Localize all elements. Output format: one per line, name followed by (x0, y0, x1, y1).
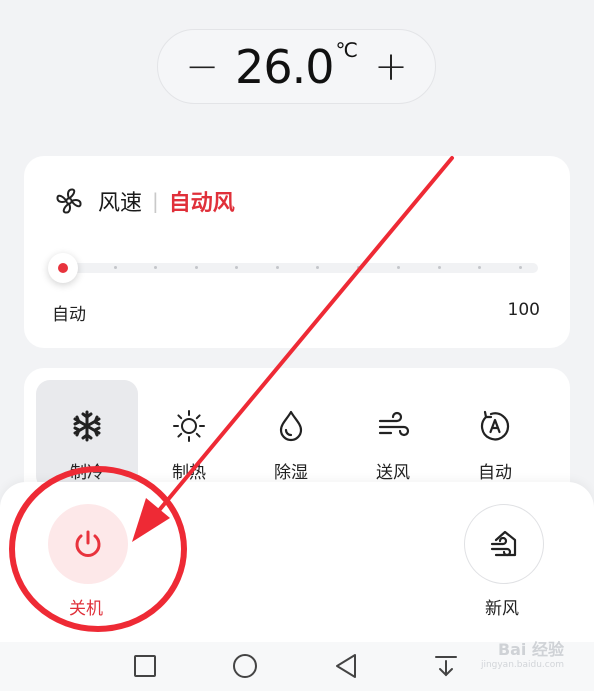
mode-label: 制冷 (70, 463, 104, 483)
fan-speed-title: 风速 (98, 191, 143, 216)
back-button[interactable] (332, 652, 360, 680)
mode-selector: 制冷 制热 除湿 送风 自动 (36, 380, 546, 490)
slider-tick (195, 266, 198, 269)
mode-fan[interactable]: 送风 (342, 380, 444, 490)
slider-tick (357, 266, 360, 269)
temperature-decrease-button[interactable]: − (184, 47, 220, 87)
fan-speed-divider: | (152, 189, 159, 213)
home-button[interactable] (231, 652, 259, 680)
temperature-value: 26.0 (235, 39, 334, 94)
power-button[interactable] (48, 504, 128, 584)
slider-tick (519, 266, 522, 269)
slider-tick (235, 266, 238, 269)
mode-label: 制热 (172, 463, 206, 483)
mode-heating[interactable]: 制热 (138, 380, 240, 490)
fan-speed-header: 风速 | 自动风 (54, 185, 235, 217)
fan-speed-mode: 自动风 (168, 191, 235, 216)
recents-button[interactable] (131, 652, 159, 680)
snowflake-icon (73, 410, 101, 442)
sun-icon (173, 410, 205, 442)
slider-min-label: 自动 (52, 305, 86, 325)
notification-pull-button[interactable] (432, 652, 460, 680)
fan-speed-slider[interactable] (48, 253, 538, 283)
mode-cooling[interactable]: 制冷 (36, 380, 138, 490)
slider-tick (397, 266, 400, 269)
slider-tick (478, 266, 481, 269)
mode-dehumidify[interactable]: 除湿 (240, 380, 342, 490)
slider-tick (154, 266, 157, 269)
slider-tick (316, 266, 319, 269)
fan-icon (56, 188, 82, 214)
watermark-url: jingyan.baidu.com (480, 660, 564, 670)
wind-icon (378, 411, 410, 437)
slider-max-label: 100 (507, 300, 540, 320)
mode-label: 自动 (478, 463, 512, 483)
watermark-text: Bai 经验 (497, 640, 564, 659)
temperature-unit: ℃ (335, 37, 358, 62)
pull-down-icon (435, 656, 457, 677)
power-label: 关机 (69, 599, 103, 619)
square-icon (134, 655, 156, 677)
fan-speed-slider-thumb[interactable] (48, 253, 78, 283)
fan-speed-card: 风速 | 自动风 自动 100 (24, 156, 570, 348)
watermark: Bai 经验 jingyan.baidu.com (481, 636, 564, 670)
temperature-increase-button[interactable]: + (373, 47, 409, 87)
fresh-air-button[interactable] (464, 504, 544, 584)
power-icon (75, 530, 101, 557)
bottom-action-sheet: 关机 新风 (0, 482, 594, 642)
back-triangle-icon (336, 654, 356, 678)
mode-auto[interactable]: 自动 (444, 380, 546, 490)
slider-tick (114, 266, 117, 269)
fresh-air-icon (490, 530, 517, 557)
slider-tick (438, 266, 441, 269)
mode-label: 送风 (376, 463, 410, 483)
temperature-control: − 26.0 ℃ + (157, 29, 436, 104)
fresh-air-label: 新风 (485, 599, 519, 619)
mode-label: 除湿 (274, 463, 308, 483)
auto-mode-icon (480, 410, 510, 441)
slider-tick (276, 266, 279, 269)
circle-icon (233, 654, 257, 678)
temperature-display: 26.0 ℃ (235, 38, 358, 94)
droplet-icon (279, 410, 303, 442)
